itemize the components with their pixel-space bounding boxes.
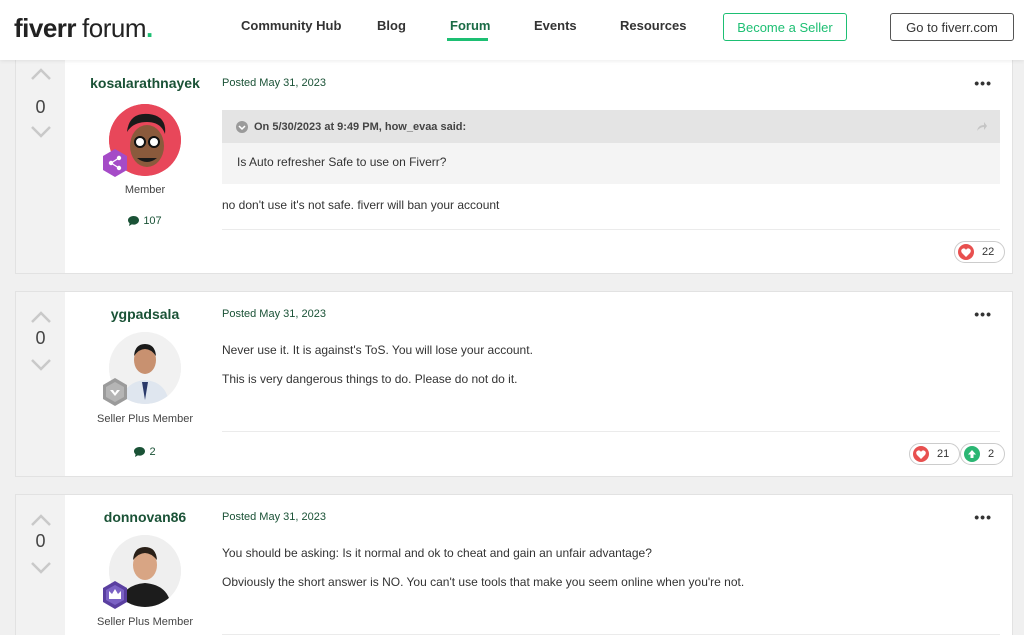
upvote-arrow-icon[interactable]	[30, 67, 52, 81]
post-divider	[222, 229, 1000, 230]
author-name[interactable]: kosalarathnayek	[65, 75, 225, 91]
author-name[interactable]: donnovan86	[65, 509, 225, 525]
author-name[interactable]: ygpadsala	[65, 306, 225, 322]
post-content-line: This is very dangerous things to do. Ple…	[222, 372, 518, 386]
post-date[interactable]: Posted May 31, 2023	[222, 511, 326, 523]
more-options-icon[interactable]: •••	[974, 75, 992, 91]
post-content-line: Never use it. It is against's ToS. You w…	[222, 343, 533, 357]
forum-post: 0 ygpadsala Seller Plus Member 2 Posted …	[15, 291, 1013, 477]
heart-icon	[958, 244, 974, 260]
post-content-line: You should be asking: Is it normal and o…	[222, 546, 652, 560]
reaction-count: 21	[937, 448, 950, 460]
collapse-chevron-icon[interactable]	[236, 120, 248, 133]
forum-post: 0 kosalarathnayek Member 107 Posted May …	[15, 48, 1013, 274]
upvote-arrow-icon[interactable]	[30, 513, 52, 527]
comment-bubble-icon	[134, 447, 146, 457]
more-options-icon[interactable]: •••	[974, 509, 992, 525]
post-date[interactable]: Posted May 31, 2023	[222, 308, 326, 320]
reaction-count: 22	[982, 246, 995, 258]
post-divider	[222, 431, 1000, 432]
post-content-line: Obviously the short answer is NO. You ca…	[222, 575, 745, 589]
member-role: Seller Plus Member	[97, 413, 193, 425]
share-arrow-icon[interactable]	[976, 120, 988, 132]
reaction-upvote[interactable]: 2	[960, 443, 1006, 465]
post-count[interactable]: 2	[65, 446, 225, 458]
vote-panel: 0	[16, 292, 65, 476]
quote-block: On 5/30/2023 at 9:49 PM, how_evaa said: …	[222, 110, 1000, 184]
nav-blog[interactable]: Blog	[377, 18, 406, 33]
upvote-arrow-icon[interactable]	[30, 310, 52, 324]
vote-panel: 0	[16, 495, 65, 635]
author-info: ygpadsala Seller Plus Member 2	[65, 292, 225, 476]
nav-community-hub[interactable]: Community Hub	[241, 18, 341, 33]
vote-panel: 0	[16, 49, 65, 273]
reaction-count: 2	[988, 448, 995, 460]
go-to-fiverr-button[interactable]: Go to fiverr.com	[890, 13, 1014, 41]
author-info: donnovan86 Seller Plus Member	[65, 495, 225, 635]
more-options-icon[interactable]: •••	[974, 306, 992, 322]
upvote-arrow-icon	[964, 446, 980, 462]
nav-forum[interactable]: Forum	[450, 18, 490, 33]
heart-icon	[913, 446, 929, 462]
nav-active-indicator	[447, 38, 488, 41]
vote-count: 0	[35, 97, 46, 117]
vote-count: 0	[35, 328, 46, 348]
vote-count: 0	[35, 531, 46, 551]
nav-resources[interactable]: Resources	[620, 18, 686, 33]
quote-header[interactable]: On 5/30/2023 at 9:49 PM, how_evaa said:	[222, 110, 1000, 143]
site-header: fiverr forum. Community Hub Blog Forum Ev…	[0, 0, 1024, 60]
post-date[interactable]: Posted May 31, 2023	[222, 77, 326, 89]
downvote-arrow-icon[interactable]	[30, 125, 52, 139]
downvote-arrow-icon[interactable]	[30, 358, 52, 372]
forum-post: 0 donnovan86 Seller Plus Member Posted M…	[15, 494, 1013, 635]
become-seller-button[interactable]: Become a Seller	[723, 13, 847, 41]
post-content: no don't use it's not safe. fiverr will …	[222, 198, 500, 212]
seller-plus-badge-icon	[103, 378, 127, 406]
seller-plus-crown-badge-icon	[103, 581, 127, 609]
reaction-heart[interactable]: 22	[954, 241, 1006, 263]
post-count[interactable]: 107	[65, 215, 225, 227]
author-info: kosalarathnayek Member 107	[65, 49, 225, 273]
member-role: Member	[124, 184, 166, 196]
nav-events[interactable]: Events	[534, 18, 577, 33]
downvote-arrow-icon[interactable]	[30, 561, 52, 575]
comment-bubble-icon	[128, 216, 140, 226]
reaction-heart[interactable]: 21	[909, 443, 961, 465]
fiverr-forum-logo[interactable]: fiverr forum.	[14, 13, 153, 43]
member-rank-badge-icon	[103, 149, 127, 177]
member-role: Seller Plus Member	[97, 616, 193, 628]
quote-text: Is Auto refresher Safe to use on Fiverr?	[237, 155, 447, 169]
